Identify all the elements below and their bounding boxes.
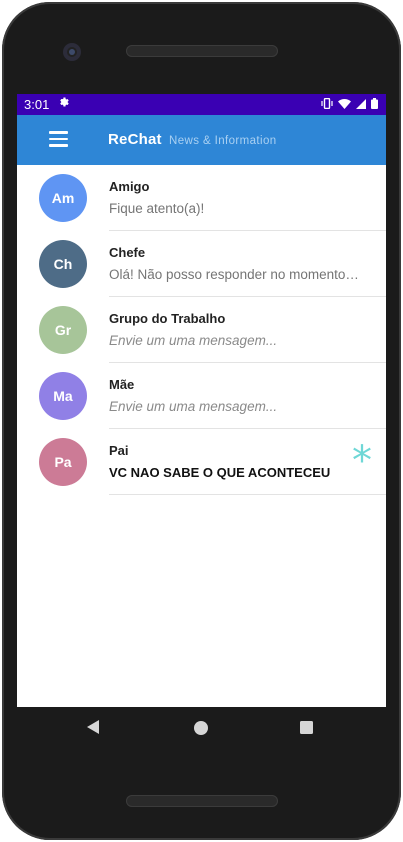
chat-last-message: Envie um uma mensagem...	[109, 399, 278, 414]
navigation-bar	[17, 707, 386, 749]
chat-name: Pai	[109, 443, 129, 458]
app-bar: ReChat News & Information	[17, 115, 386, 165]
app-subtitle: News & Information	[169, 135, 277, 147]
chat-item-chefe[interactable]: Ch Chefe Olá! Não posso responder no mom…	[17, 231, 386, 297]
chat-item-amigo[interactable]: Am Amigo Fique atento(a)!	[17, 165, 386, 231]
app-title: ReChat	[108, 131, 162, 148]
wifi-icon	[338, 97, 351, 112]
chat-last-message: VC NAO SABE O QUE ACONTECEU	[109, 465, 331, 480]
unread-asterisk-icon: *	[352, 438, 372, 484]
back-triangle-icon[interactable]	[87, 720, 99, 734]
avatar: Ch	[39, 240, 87, 288]
recents-square-icon[interactable]	[300, 721, 313, 734]
status-icons	[321, 97, 378, 112]
chat-item-grupo-do-trabalho[interactable]: Gr Grupo do Trabalho Envie um uma mensag…	[17, 297, 386, 363]
bottom-speaker	[126, 795, 278, 807]
divider	[109, 494, 386, 495]
signal-icon	[356, 97, 366, 112]
hamburger-menu-icon[interactable]	[49, 130, 71, 148]
vibrate-icon	[321, 97, 333, 112]
avatar: Pa	[39, 438, 87, 486]
chat-item-pai[interactable]: Pa Pai VC NAO SABE O QUE ACONTECEU *	[17, 429, 386, 495]
chat-name: Grupo do Trabalho	[109, 311, 226, 326]
status-time: 3:01	[24, 97, 50, 112]
earpiece-speaker	[126, 45, 278, 57]
chat-name: Mãe	[109, 377, 135, 392]
chat-name: Amigo	[109, 179, 150, 194]
chat-last-message: Fique atento(a)!	[109, 201, 205, 216]
chat-item-mae[interactable]: Ma Mãe Envie um uma mensagem...	[17, 363, 386, 429]
chat-name: Chefe	[109, 245, 146, 260]
avatar: Gr	[39, 306, 87, 354]
gear-icon	[58, 96, 70, 111]
avatar: Ma	[39, 372, 87, 420]
avatar: Am	[39, 174, 87, 222]
chat-list: Am Amigo Fique atento(a)! Ch Chefe Olá! …	[17, 165, 386, 495]
battery-icon	[371, 97, 378, 112]
screen: 3:01 ReChat News & Information Am Amigo …	[17, 94, 386, 707]
chat-last-message: Envie um uma mensagem...	[109, 333, 278, 348]
home-circle-icon[interactable]	[194, 721, 208, 735]
chat-last-message: Olá! Não posso responder no momento,...	[109, 267, 359, 282]
status-bar: 3:01	[17, 94, 386, 115]
front-camera	[63, 43, 81, 61]
